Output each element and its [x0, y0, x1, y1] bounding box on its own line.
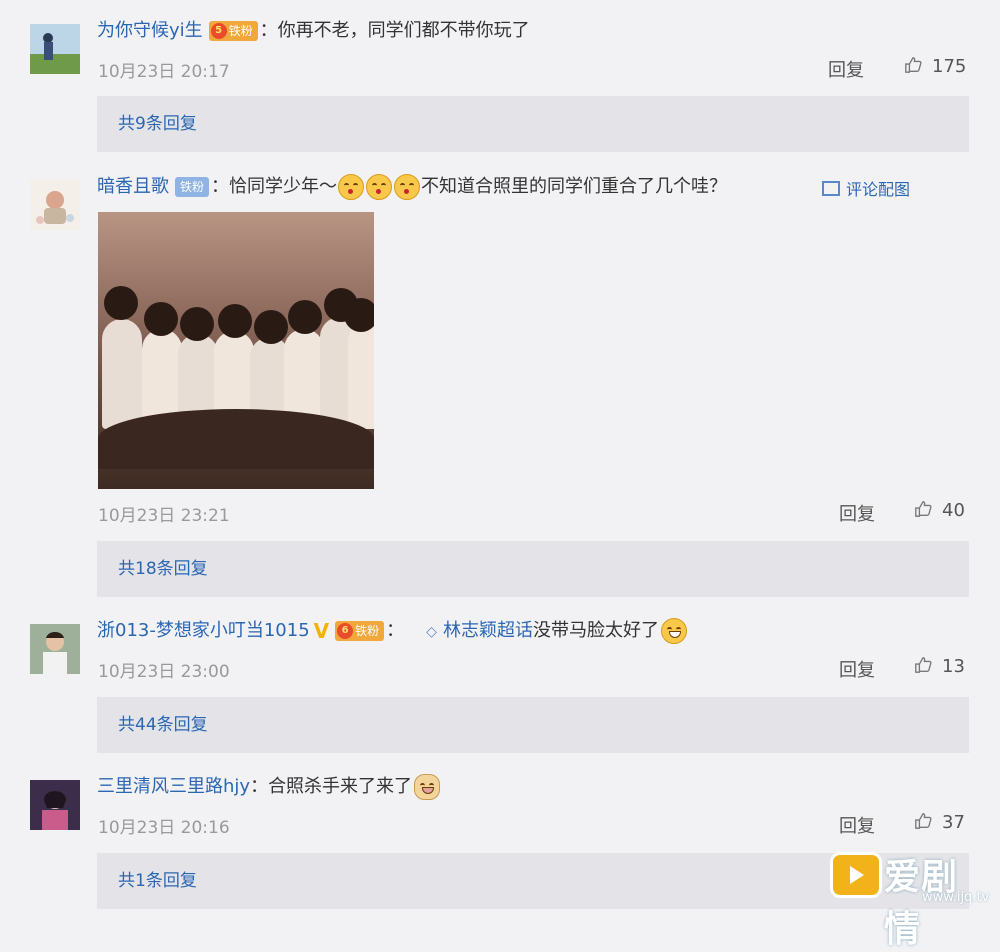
- like-count: 175: [932, 56, 967, 77]
- like-button[interactable]: 13: [914, 656, 965, 677]
- comment-text: 你再不老，同学们都不带你玩了: [277, 20, 530, 41]
- topic-label: 林志颖超话: [442, 620, 533, 641]
- grin-emoji-icon: [660, 618, 687, 644]
- thumbs-up-icon: [915, 501, 932, 517]
- comment-text: 不知道合照里的同学们重合了几个哇？: [421, 176, 728, 197]
- more-replies[interactable]: 共44条回复: [97, 697, 969, 753]
- comment-image-link[interactable]: 评论配图: [822, 176, 910, 200]
- watermark-url: www.ijq.tv: [922, 890, 990, 905]
- thumbs-up-icon: [905, 57, 922, 73]
- kiss-emoji-icon: [366, 174, 393, 200]
- tv-logo-icon: [830, 852, 882, 898]
- like-count: 40: [942, 500, 965, 521]
- more-replies[interactable]: 共9条回复: [97, 96, 969, 152]
- site-watermark: 爱剧情 www.ijq.tv: [830, 840, 990, 950]
- topic-link[interactable]: ◇ 林志颖超话: [426, 620, 533, 641]
- doge-emoji-icon: [414, 774, 441, 800]
- fan-badge[interactable]: 铁粉: [175, 177, 210, 197]
- fan-badge-label: 铁粉: [355, 624, 380, 638]
- separator: ：: [259, 20, 278, 41]
- comment-time: 10月23日 20:17: [98, 62, 230, 82]
- diamond-icon: ◇: [426, 624, 437, 640]
- username[interactable]: 浙013-梦想家小叮当1015: [97, 620, 310, 641]
- separator: ：: [250, 776, 269, 797]
- like-count: 13: [942, 656, 965, 677]
- comment-image-link-label: 评论配图: [846, 180, 911, 199]
- comment-time: 10月23日 23:00: [98, 662, 230, 682]
- separator: ：: [386, 620, 405, 641]
- username[interactable]: 为你守候yi生: [97, 20, 203, 41]
- username[interactable]: 三里清风三里路hjy: [97, 776, 250, 797]
- comment-text: 恰同学少年～: [229, 176, 338, 197]
- like-button[interactable]: 175: [904, 56, 966, 77]
- reply-button[interactable]: 回复: [839, 656, 875, 682]
- more-replies[interactable]: 共18条回复: [97, 541, 969, 597]
- comment-photo[interactable]: [98, 212, 374, 489]
- fan-badge-label: 铁粉: [180, 180, 205, 194]
- verified-icon: V: [313, 619, 330, 643]
- thumbs-up-icon: [915, 657, 932, 673]
- avatar[interactable]: [30, 780, 80, 830]
- like-button[interactable]: 37: [914, 812, 965, 833]
- like-button[interactable]: 40: [914, 500, 965, 521]
- comment-time: 10月23日 20:16: [98, 818, 230, 838]
- like-count: 37: [942, 812, 965, 833]
- avatar[interactable]: [30, 24, 80, 74]
- image-icon: [822, 181, 840, 196]
- thumbs-up-icon: [915, 813, 932, 829]
- separator: ：: [211, 176, 230, 197]
- crown-icon: 6: [337, 623, 354, 639]
- reply-button[interactable]: 回复: [828, 56, 864, 82]
- username[interactable]: 暗香且歌: [97, 176, 169, 197]
- kiss-emoji-icon: [394, 174, 421, 200]
- reply-button[interactable]: 回复: [839, 812, 875, 838]
- kiss-emoji-icon: [338, 174, 365, 200]
- reply-button[interactable]: 回复: [839, 500, 875, 526]
- avatar[interactable]: [30, 624, 80, 674]
- comment-time: 10月23日 23:21: [98, 506, 230, 526]
- fan-badge-label: 铁粉: [228, 24, 253, 38]
- avatar[interactable]: [30, 180, 80, 230]
- comment-text: 合照杀手来了来了: [268, 776, 413, 797]
- fan-badge[interactable]: 6 铁粉: [335, 621, 385, 641]
- comment-text: 没带马脸太好了: [532, 620, 659, 641]
- fan-badge[interactable]: 5 铁粉: [208, 21, 258, 41]
- crown-icon: 5: [210, 23, 227, 39]
